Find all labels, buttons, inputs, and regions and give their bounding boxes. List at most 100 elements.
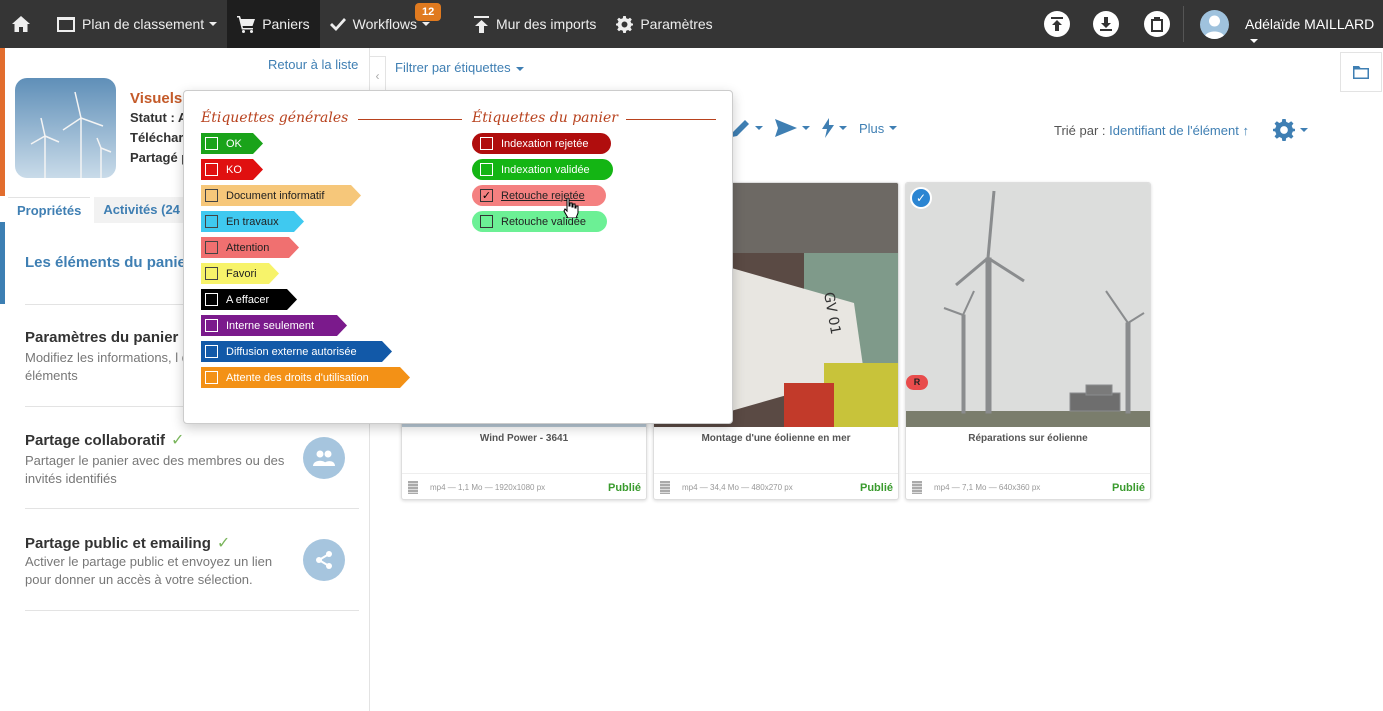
asset-status: Publié xyxy=(607,482,641,494)
gear-icon xyxy=(1273,119,1295,141)
top-navbar: Plan de classement Paniers Workflows 12 … xyxy=(0,0,1383,48)
filter-by-tags-toggle[interactable]: Filtrer par étiquettes xyxy=(395,60,524,75)
download-button[interactable] xyxy=(1093,11,1119,37)
general-tag[interactable]: A effacer xyxy=(201,289,297,310)
tag-checkbox[interactable] xyxy=(205,189,218,202)
hand-cursor-icon xyxy=(563,197,579,221)
nav-plan-label: Plan de classement xyxy=(82,16,205,32)
home-button[interactable] xyxy=(0,0,47,48)
heading-rule xyxy=(358,119,462,120)
nav-params-label: Paramètres xyxy=(640,16,713,32)
sort-value: Identifiant de l'élément ↑ xyxy=(1109,123,1249,138)
tag-checkbox[interactable] xyxy=(205,293,218,306)
nav-paniers-label: Paniers xyxy=(262,16,310,32)
nav-imports-label: Mur des imports xyxy=(495,16,597,32)
tag-checkbox[interactable] xyxy=(205,319,218,332)
folder-icon xyxy=(57,16,75,32)
send-menu[interactable] xyxy=(775,119,810,137)
tab-activites[interactable]: Activités (24 xyxy=(94,197,189,223)
tag-checkbox[interactable] xyxy=(205,137,218,150)
tag-badge: R xyxy=(906,375,928,390)
cart-tag[interactable]: Indexation validée xyxy=(472,159,613,180)
back-to-list-link[interactable]: Retour à la liste xyxy=(268,57,358,72)
general-tag[interactable]: Diffusion externe autorisée xyxy=(201,341,392,362)
general-tag[interactable]: Document informatif xyxy=(201,185,361,206)
tag-checkbox[interactable] xyxy=(480,163,493,176)
tag-checkbox[interactable] xyxy=(205,371,218,384)
check-icon: ✓ xyxy=(216,535,231,552)
more-menu[interactable]: Plus xyxy=(859,121,898,136)
general-tag[interactable]: KO xyxy=(201,159,263,180)
cart-tag[interactable]: Retouche validée xyxy=(472,211,607,232)
cart-status: Statut : A xyxy=(130,110,188,125)
cart-settings-title[interactable]: Paramètres du panier xyxy=(25,329,178,346)
public-share-title[interactable]: Partage public et emailing ✓ xyxy=(25,533,230,553)
tag-checkbox[interactable] xyxy=(480,137,493,150)
chevron-down-icon xyxy=(755,126,763,130)
folder-view-button[interactable] xyxy=(1340,52,1382,92)
public-share-desc: Activer le partage public et envoyez un … xyxy=(25,554,273,587)
nav-parametres[interactable]: Paramètres xyxy=(606,0,722,48)
general-tags-heading: Étiquettes générales xyxy=(201,110,349,126)
tab-proprietes[interactable]: Propriétés xyxy=(8,197,91,223)
general-tag[interactable]: OK xyxy=(201,133,263,154)
avatar[interactable] xyxy=(1200,10,1229,39)
collapse-panel-button[interactable]: ‹ xyxy=(370,56,386,94)
tag-label: Attention xyxy=(226,241,270,254)
collaborative-share-title[interactable]: Partage collaboratif ✓ xyxy=(25,430,184,450)
clipboard-button[interactable] xyxy=(1144,11,1170,37)
nav-paniers[interactable]: Paniers xyxy=(227,0,320,48)
tag-label: Document informatif xyxy=(226,189,325,202)
tag-checkbox[interactable] xyxy=(205,267,218,280)
tag-checkbox[interactable] xyxy=(205,215,218,228)
tag-checkbox[interactable] xyxy=(205,345,218,358)
tag-label: OK xyxy=(226,137,242,150)
chevron-left-icon: ‹ xyxy=(375,69,380,83)
clipboard-icon xyxy=(1151,16,1163,32)
upload-button[interactable] xyxy=(1044,11,1070,37)
cart-elements-link[interactable]: Les éléments du panie xyxy=(25,254,186,271)
sort-control[interactable]: Trié par : Identifiant de l'élément ↑ xyxy=(1054,123,1249,138)
actions-menu[interactable] xyxy=(822,118,847,138)
section-accent-bar xyxy=(0,222,5,304)
cart-icon xyxy=(237,15,256,33)
asset-meta: mp4 — 34,4 Mo — 480x270 px xyxy=(682,483,793,492)
tag-checkbox[interactable] xyxy=(205,163,218,176)
chevron-down-icon xyxy=(839,126,847,130)
asset-thumbnail[interactable] xyxy=(906,183,1150,427)
chevron-down-icon xyxy=(802,126,810,130)
general-tag[interactable]: En travaux xyxy=(201,211,304,232)
download-icon xyxy=(1100,17,1112,31)
tag-label: Attente des droits d'utilisation xyxy=(226,371,369,384)
cart-tag[interactable]: Indexation rejetée xyxy=(472,133,611,154)
cart-title: Visuels xyxy=(130,90,183,107)
collaborative-share-desc: Partager le panier avec des membres ou d… xyxy=(25,453,285,486)
asset-card[interactable]: ✓ R Réparations sur éolienne mp4 — 7,1 M… xyxy=(905,182,1151,500)
chevron-down-icon xyxy=(1300,128,1308,132)
tag-checkbox[interactable]: ✓ xyxy=(480,189,493,202)
tag-checkbox[interactable] xyxy=(205,241,218,254)
general-tag[interactable]: Attention xyxy=(201,237,299,258)
general-tag[interactable]: Favori xyxy=(201,263,279,284)
nav-plan-de-classement[interactable]: Plan de classement xyxy=(47,0,227,48)
general-tag[interactable]: Attente des droits d'utilisation xyxy=(201,367,410,388)
upload-icon xyxy=(1051,17,1063,31)
collaborative-share-button[interactable] xyxy=(303,437,345,479)
asset-title: Wind Power - 3641 xyxy=(479,433,569,444)
video-file-icon xyxy=(912,481,922,494)
gear-icon xyxy=(616,15,634,33)
view-settings-button[interactable] xyxy=(1273,119,1308,141)
user-menu[interactable]: Adélaïde MAILLARD xyxy=(1245,16,1383,48)
public-share-label: Partage public et emailing xyxy=(25,535,211,552)
send-icon xyxy=(775,119,797,137)
general-tag[interactable]: Interne seulement xyxy=(201,315,347,336)
properties-tabs: Propriétés Activités (24 xyxy=(8,197,193,223)
cart-tag[interactable]: ✓ Retouche rejetée xyxy=(472,185,606,206)
asset-footer: mp4 — 34,4 Mo — 480x270 px Publié xyxy=(654,473,898,499)
asset-footer: mp4 — 1,1 Mo — 1920x1080 px Publié xyxy=(402,473,646,499)
public-share-button[interactable] xyxy=(303,539,345,581)
selected-check-icon[interactable]: ✓ xyxy=(910,187,932,209)
tag-checkbox[interactable] xyxy=(480,215,493,228)
nav-mur-des-imports[interactable]: Mur des imports xyxy=(464,0,606,48)
edit-menu[interactable] xyxy=(732,119,763,137)
